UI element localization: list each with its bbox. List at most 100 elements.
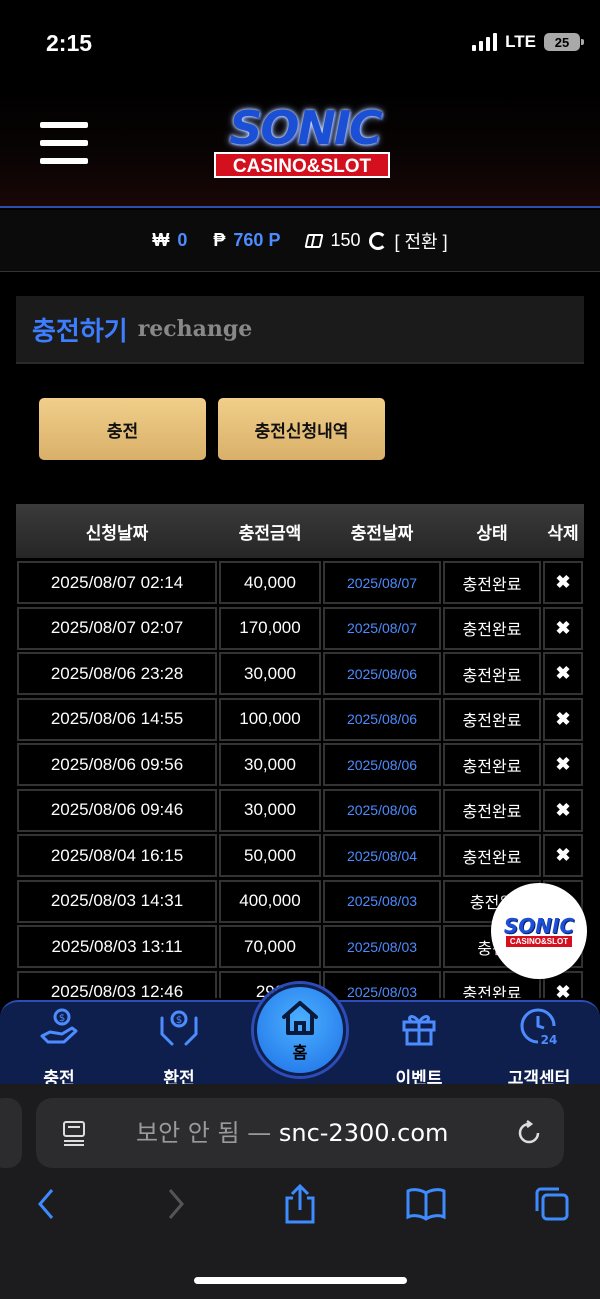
bookmarks-icon[interactable] bbox=[406, 1184, 446, 1224]
cell-charge-date: 2025/08/06 bbox=[323, 652, 441, 695]
refresh-icon[interactable] bbox=[368, 231, 387, 250]
support-24h-icon: 24 bbox=[518, 1006, 560, 1048]
nav-home-button[interactable]: 홈 bbox=[254, 984, 346, 1076]
cell-amount: 30,000 bbox=[219, 743, 321, 786]
url-domain: snc-2300.com bbox=[278, 1119, 449, 1147]
svg-text:24: 24 bbox=[541, 1033, 558, 1047]
close-icon: ✖ bbox=[555, 754, 571, 774]
delete-button[interactable]: ✖ bbox=[543, 834, 583, 877]
forward-icon[interactable] bbox=[156, 1184, 196, 1224]
insecure-label: 보안 안 됨 bbox=[136, 1119, 240, 1147]
cell-request-date: 2025/08/04 16:15 bbox=[17, 834, 217, 877]
badge-main-text: SONIC bbox=[503, 913, 575, 938]
header-status: 상태 bbox=[476, 523, 508, 544]
delete-button[interactable]: ✖ bbox=[543, 697, 583, 741]
cell-amount: 40,000 bbox=[219, 561, 321, 604]
network-label: LTE bbox=[505, 32, 536, 51]
cell-charge-date: 2025/08/03 bbox=[323, 879, 441, 923]
chip-icon bbox=[304, 233, 324, 248]
nav-exchange[interactable]: $ 환전 bbox=[124, 1006, 234, 1089]
cell-amount: 70,000 bbox=[219, 925, 321, 968]
page-title-en: rechange bbox=[137, 316, 253, 342]
status-indicators: LTE 25 bbox=[472, 32, 584, 52]
nav-support[interactable]: 24 고객센터 bbox=[484, 1006, 594, 1089]
cell-request-date: 2025/08/07 02:14 bbox=[17, 561, 217, 604]
logo-main-text: SONIC bbox=[229, 101, 383, 155]
table-row: 2025/08/07 02:07 170,000 2025/08/07 충전완료 ✖ bbox=[16, 606, 584, 652]
cell-amount: 100,000 bbox=[219, 697, 321, 741]
share-icon[interactable] bbox=[280, 1184, 320, 1224]
cell-status: 충전완료 bbox=[443, 834, 541, 877]
cell-charge-date: 2025/08/07 bbox=[323, 561, 441, 604]
page-title: 충전하기 rechange bbox=[16, 296, 584, 364]
site-logo[interactable]: SONIC CASINO&SLOT bbox=[200, 102, 410, 182]
table-row: 2025/08/04 16:15 50,000 2025/08/04 충전완료 ✖ bbox=[16, 833, 584, 879]
cell-status: 충전완료 bbox=[443, 561, 541, 604]
balance-bar: ₩ 0 ₱ 760 P 150 [ 전환 ] bbox=[0, 210, 600, 272]
charge-button[interactable]: 충전 bbox=[39, 398, 206, 460]
cell-amount: 30,000 bbox=[219, 788, 321, 832]
delete-button[interactable]: ✖ bbox=[543, 606, 583, 650]
close-icon: ✖ bbox=[555, 572, 571, 592]
url-text: 보안 안 됨 — snc-2300.com bbox=[136, 1098, 448, 1168]
close-icon: ✖ bbox=[555, 799, 571, 820]
cell-status: 충전완료 bbox=[443, 652, 541, 695]
table-row: 2025/08/06 09:46 30,000 2025/08/06 충전완료 ✖ bbox=[16, 788, 584, 834]
svg-text:$: $ bbox=[59, 1013, 65, 1024]
svg-text:$: $ bbox=[176, 1015, 182, 1026]
signal-icon bbox=[472, 33, 498, 51]
header-amount: 충전금액 bbox=[238, 523, 302, 544]
back-icon[interactable] bbox=[26, 1184, 66, 1224]
cell-request-date: 2025/08/03 14:31 bbox=[17, 879, 217, 923]
page-title-ko: 충전하기 bbox=[32, 316, 128, 347]
close-icon: ✖ bbox=[555, 708, 571, 729]
battery-icon: 25 bbox=[544, 33, 584, 51]
cell-request-date: 2025/08/06 09:56 bbox=[17, 743, 217, 786]
address-bar[interactable]: 보안 안 됨 — snc-2300.com bbox=[36, 1098, 564, 1168]
charge-history-button[interactable]: 충전신청내역 bbox=[218, 398, 385, 460]
cell-status: 충전완료 bbox=[443, 743, 541, 786]
delete-button[interactable]: ✖ bbox=[543, 652, 583, 695]
cell-request-date: 2025/08/06 14:55 bbox=[17, 697, 217, 741]
header-charge-date: 충전날짜 bbox=[350, 523, 414, 544]
delete-button[interactable]: ✖ bbox=[543, 743, 583, 786]
delete-button[interactable]: ✖ bbox=[543, 561, 583, 604]
gift-icon bbox=[398, 1006, 440, 1048]
cell-charge-date: 2025/08/06 bbox=[323, 743, 441, 786]
cell-request-date: 2025/08/03 13:11 bbox=[17, 925, 217, 968]
floating-logo-button[interactable]: SONIC CASINO&SLOT bbox=[491, 883, 587, 979]
cell-status: 충전완료 bbox=[443, 788, 541, 832]
close-icon: ✖ bbox=[555, 663, 571, 683]
page-menu-icon[interactable] bbox=[62, 1120, 86, 1146]
home-indicator bbox=[194, 1277, 407, 1284]
cell-charge-date: 2025/08/06 bbox=[323, 788, 441, 832]
table-row: 2025/08/06 14:55 100,000 2025/08/06 충전완료 ✖ bbox=[16, 697, 584, 743]
header-request-date: 신청날짜 bbox=[85, 523, 149, 544]
cell-charge-date: 2025/08/04 bbox=[323, 834, 441, 877]
status-time: 2:15 bbox=[46, 30, 93, 56]
browser-toolbar bbox=[0, 1184, 600, 1236]
cell-charge-date: 2025/08/07 bbox=[323, 606, 441, 650]
logo-sub-text: CASINO&SLOT bbox=[214, 152, 390, 178]
close-icon: ✖ bbox=[555, 981, 571, 999]
cell-status: 충전완료 bbox=[443, 606, 541, 650]
cell-amount: 30,000 bbox=[219, 652, 321, 695]
cell-amount: 50,000 bbox=[219, 834, 321, 877]
reload-icon[interactable] bbox=[516, 1120, 542, 1146]
cell-request-date: 2025/08/06 09:46 bbox=[17, 788, 217, 832]
previous-tab[interactable] bbox=[0, 1098, 22, 1168]
won-icon: ₩ bbox=[152, 230, 170, 250]
nav-event[interactable]: 이벤트 bbox=[364, 1006, 474, 1089]
menu-icon[interactable] bbox=[40, 122, 88, 164]
cell-request-date: 2025/08/06 23:28 bbox=[17, 652, 217, 695]
tabs-icon[interactable] bbox=[532, 1184, 572, 1224]
nav-charge[interactable]: $ 충전 bbox=[4, 1006, 114, 1089]
home-icon bbox=[282, 1001, 318, 1035]
status-bar: 2:15 LTE 25 bbox=[0, 0, 600, 88]
deposit-hand-icon: $ bbox=[38, 1006, 80, 1048]
delete-button[interactable]: ✖ bbox=[543, 788, 583, 832]
cell-request-date: 2025/08/07 02:07 bbox=[17, 606, 217, 650]
switch-button[interactable]: [ 전환 ] bbox=[395, 228, 448, 254]
close-icon: ✖ bbox=[555, 845, 571, 865]
won-balance: 0 bbox=[177, 230, 188, 250]
